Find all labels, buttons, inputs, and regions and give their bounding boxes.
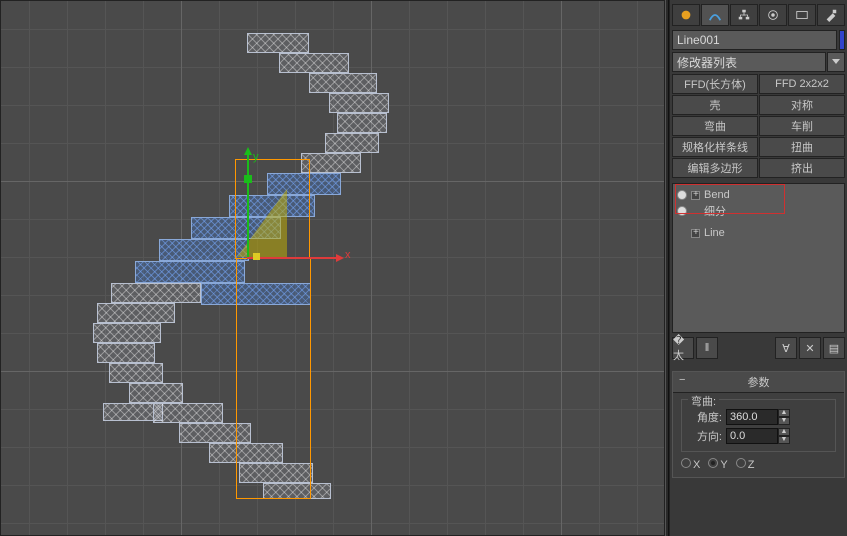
remove-modifier-button[interactable]: ✕ <box>799 337 821 359</box>
stack-label: Line <box>704 227 725 239</box>
stair-step <box>337 113 387 133</box>
rollout-header[interactable]: 参数 <box>673 372 844 393</box>
direction-label: 方向: <box>688 428 722 444</box>
stair-step <box>93 323 161 343</box>
show-end-result-button[interactable]: ‖ <box>696 337 718 359</box>
stair-step <box>247 33 309 53</box>
stack-label: 细分 <box>704 203 726 219</box>
stack-item-line[interactable]: Line <box>675 226 842 240</box>
mod-btn-shell[interactable]: 壳 <box>672 95 758 115</box>
axis-y-label: y <box>253 151 259 163</box>
bulb-icon[interactable] <box>677 190 687 200</box>
stair-step <box>329 93 389 113</box>
gizmo-tri <box>237 189 287 257</box>
make-unique-button[interactable]: ∀ <box>775 337 797 359</box>
configure-sets-button[interactable]: ▤ <box>823 337 845 359</box>
angle-spin-down[interactable]: ▼ <box>778 417 790 425</box>
command-panel-tabs <box>672 2 845 30</box>
tab-motion[interactable] <box>759 4 787 26</box>
stair-step <box>279 53 349 73</box>
mod-btn-normalize-spline[interactable]: 规格化样条线 <box>672 137 758 157</box>
stair-step <box>109 363 163 383</box>
modifier-list-arrow[interactable] <box>827 52 845 72</box>
modifier-list-dropdown[interactable]: 修改器列表 <box>672 52 826 72</box>
stack-toolbar: �太 ‖ ∀ ✕ ▤ <box>672 333 845 363</box>
angle-label: 角度: <box>688 409 722 425</box>
direction-spin-up[interactable]: ▲ <box>778 428 790 436</box>
modifier-stack[interactable]: Bend 细分 Line <box>672 183 845 333</box>
stack-item-tessellate[interactable]: 细分 <box>675 202 842 220</box>
axis-y-radio[interactable] <box>708 458 718 468</box>
axis-y-label: Y <box>720 459 727 471</box>
tab-display[interactable] <box>788 4 816 26</box>
axis-x-label: x <box>345 249 351 261</box>
mod-btn-lathe[interactable]: 车削 <box>759 116 845 136</box>
tab-modify[interactable] <box>701 4 729 26</box>
modifier-buttons: FFD(长方体) FFD 2x2x2 壳 对称 弯曲 车削 规格化样条线 扭曲 … <box>672 74 845 178</box>
axis-x-label: X <box>693 459 700 471</box>
stair-step <box>97 343 155 363</box>
bend-group-label: 弯曲: <box>688 393 719 409</box>
tab-utilities[interactable] <box>817 4 845 26</box>
command-panel: 修改器列表 FFD(长方体) FFD 2x2x2 壳 对称 弯曲 车削 规格化样… <box>669 0 847 536</box>
stack-item-bend[interactable]: Bend <box>675 188 842 202</box>
mod-btn-edit-poly[interactable]: 编辑多边形 <box>672 158 758 178</box>
stair-step <box>301 153 361 173</box>
stair-step <box>135 261 245 283</box>
direction-input[interactable] <box>726 428 778 444</box>
axis-z-radio[interactable] <box>736 458 746 468</box>
stair-step <box>153 403 223 423</box>
axis-y[interactable] <box>247 149 249 259</box>
object-name-field[interactable] <box>672 30 837 50</box>
axis-x-radio[interactable] <box>681 458 691 468</box>
parameters-rollout: 参数 弯曲: 角度: ▲▼ 方向: ▲▼ <box>672 371 845 478</box>
viewport[interactable]: y x <box>0 0 665 536</box>
tab-hierarchy[interactable] <box>730 4 758 26</box>
mod-btn-bend[interactable]: 弯曲 <box>672 116 758 136</box>
bulb-icon[interactable] <box>677 206 687 216</box>
mod-btn-symmetry[interactable]: 对称 <box>759 95 845 115</box>
pin-stack-button[interactable]: �太 <box>672 337 694 359</box>
axis-x[interactable] <box>247 257 342 259</box>
stair-step <box>97 303 175 323</box>
gizmo-origin[interactable] <box>253 253 260 260</box>
gizmo-handle[interactable] <box>244 175 252 183</box>
stair-step <box>129 383 183 403</box>
bend-axis-group: X Y Z <box>681 458 836 471</box>
angle-input[interactable] <box>726 409 778 425</box>
mod-btn-twist[interactable]: 扭曲 <box>759 137 845 157</box>
stair-step <box>111 283 201 303</box>
expand-icon[interactable] <box>691 229 700 238</box>
object-color-swatch[interactable] <box>839 30 845 50</box>
mod-btn-ffd-box[interactable]: FFD(长方体) <box>672 74 758 94</box>
mod-btn-ffd-2x2x2[interactable]: FFD 2x2x2 <box>759 74 845 94</box>
stair-step <box>325 133 379 153</box>
stair-step <box>309 73 377 93</box>
expand-icon[interactable] <box>691 191 700 200</box>
angle-spin-up[interactable]: ▲ <box>778 409 790 417</box>
axis-z-label: Z <box>748 459 755 471</box>
stack-label: Bend <box>704 189 730 201</box>
tab-create[interactable] <box>672 4 700 26</box>
direction-spin-down[interactable]: ▼ <box>778 436 790 444</box>
mod-btn-extrude[interactable]: 挤出 <box>759 158 845 178</box>
